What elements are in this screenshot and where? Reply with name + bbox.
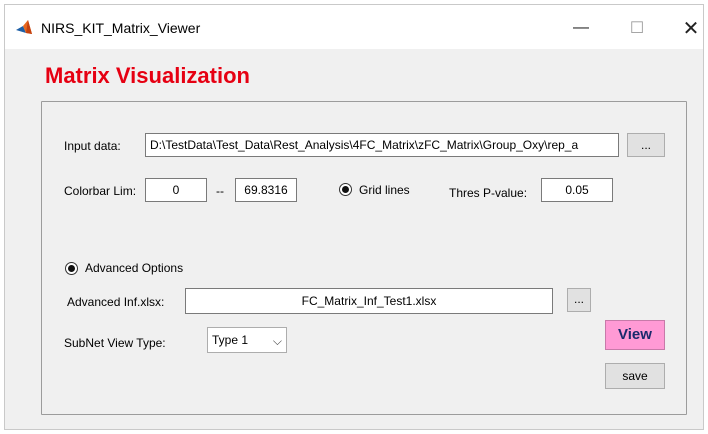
close-button[interactable]: ✕	[669, 15, 708, 41]
view-button[interactable]: View	[605, 320, 665, 350]
chevron-down-icon: ⌵	[272, 334, 282, 348]
minimize-button[interactable]: —	[559, 15, 603, 41]
subnet-view-type-label: SubNet View Type:	[64, 336, 166, 350]
save-button[interactable]: save	[605, 363, 665, 389]
window-title: NIRS_KIT_Matrix_Viewer	[41, 20, 201, 36]
advanced-inf-field[interactable]: FC_Matrix_Inf_Test1.xlsx	[185, 288, 553, 314]
app-window: NIRS_KIT_Matrix_Viewer — ☐ ✕ Matrix Visu…	[4, 4, 704, 430]
colorbar-lim-label: Colorbar Lim:	[64, 184, 137, 198]
colorbar-separator: --	[216, 184, 224, 198]
grid-lines-label: Grid lines	[359, 183, 410, 197]
grid-lines-radio[interactable]	[339, 183, 352, 196]
input-data-field[interactable]: D:\TestData\Test_Data\Rest_Analysis\4FC_…	[145, 133, 619, 157]
input-browse-button[interactable]: ...	[627, 133, 665, 157]
input-data-label: Input data:	[64, 139, 121, 153]
thres-pvalue-label: Thres P-value:	[449, 186, 528, 200]
matlab-icon	[16, 20, 32, 34]
subnet-view-type-select[interactable]: Type 1 ⌵	[207, 327, 287, 353]
colorbar-max-field[interactable]: 69.8316	[235, 178, 297, 202]
colorbar-min-field[interactable]: 0	[145, 178, 207, 202]
maximize-button[interactable]: ☐	[615, 15, 659, 41]
page-title: Matrix Visualization	[45, 63, 250, 88]
thres-pvalue-field[interactable]: 0.05	[541, 178, 613, 202]
subnet-view-type-value: Type 1	[212, 333, 249, 347]
advanced-options-label: Advanced Options	[85, 261, 184, 275]
title-bar: NIRS_KIT_Matrix_Viewer — ☐ ✕	[5, 5, 703, 49]
advanced-browse-button[interactable]: ...	[567, 288, 591, 312]
advanced-options-radio[interactable]	[65, 262, 78, 275]
advanced-inf-label: Advanced Inf.xlsx:	[67, 295, 165, 309]
